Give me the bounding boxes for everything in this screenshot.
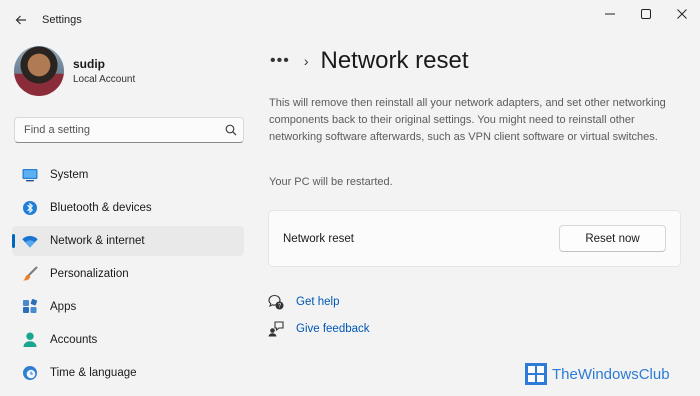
feedback-icon — [268, 321, 284, 337]
sidebar-item-apps[interactable]: Apps — [12, 292, 244, 322]
sidebar-item-accounts[interactable]: Accounts — [12, 325, 244, 355]
sidebar-item-time-language[interactable]: Time & language — [12, 358, 244, 388]
breadcrumb: ••• › Network reset — [270, 47, 469, 75]
sidebar-item-system[interactable]: System — [12, 160, 244, 190]
title-bar: Settings — [0, 0, 700, 40]
search-placeholder: Find a setting — [24, 124, 91, 136]
card-label: Network reset — [283, 232, 354, 245]
help-icon: ? — [268, 294, 284, 310]
description-text: This will remove then reinstall all your… — [269, 97, 666, 143]
page-title: Network reset — [320, 47, 469, 74]
back-button[interactable] — [8, 8, 34, 32]
close-icon — [677, 9, 687, 19]
watermark: TheWindowsClub — [525, 363, 670, 385]
profile-account-type: Local Account — [73, 74, 136, 85]
restart-note: Your PC will be restarted. — [269, 176, 393, 188]
globe-clock-icon — [22, 365, 38, 381]
window-controls — [592, 0, 700, 28]
minimize-icon — [605, 13, 615, 15]
sidebar-item-bluetooth[interactable]: Bluetooth & devices — [12, 193, 244, 223]
network-reset-card: Network reset Reset now — [268, 210, 681, 267]
breadcrumb-more-button[interactable]: ••• — [270, 52, 290, 70]
wifi-icon — [22, 233, 38, 249]
give-feedback-link[interactable]: Give feedback — [268, 321, 370, 337]
apps-icon — [22, 299, 38, 315]
profile-name: sudip — [73, 57, 105, 71]
windows-club-logo-icon — [525, 363, 547, 385]
brush-icon — [22, 266, 38, 282]
maximize-icon — [641, 9, 651, 19]
sidebar-item-network[interactable]: Network & internet — [12, 226, 244, 256]
back-arrow-icon — [15, 15, 26, 25]
search-icon[interactable] — [219, 124, 243, 136]
sidebar-nav: System Bluetooth & devices Network & int… — [12, 160, 244, 391]
app-title: Settings — [42, 14, 82, 26]
watermark-text: TheWindowsClub — [552, 365, 670, 383]
sidebar-item-personalization[interactable]: Personalization — [12, 259, 244, 289]
bluetooth-icon — [22, 200, 38, 216]
maximize-button[interactable] — [628, 0, 664, 28]
minimize-button[interactable] — [592, 0, 628, 28]
user-profile[interactable]: sudip Local Account — [14, 46, 135, 96]
reset-now-button[interactable]: Reset now — [559, 225, 666, 252]
get-help-link[interactable]: ? Get help — [268, 294, 339, 310]
system-icon — [22, 167, 38, 183]
accounts-icon — [22, 332, 38, 348]
chevron-right-icon: › — [303, 53, 309, 69]
close-button[interactable] — [664, 0, 700, 28]
avatar — [14, 46, 64, 96]
search-input[interactable]: Find a setting — [14, 117, 244, 143]
